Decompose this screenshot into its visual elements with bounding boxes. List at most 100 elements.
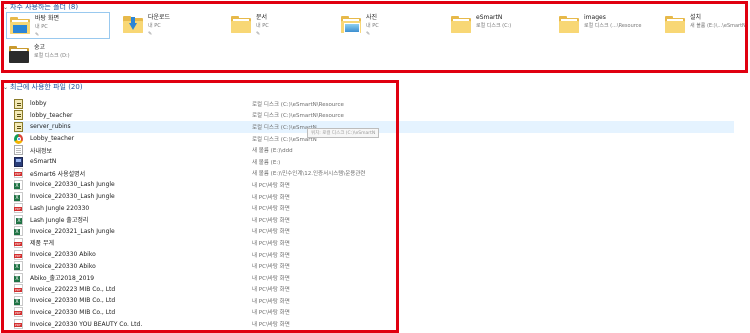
recent-files-title: 최근에 사용한 파일 (20) bbox=[10, 83, 83, 91]
folder-name: images bbox=[584, 14, 606, 21]
frequent-folder-tile[interactable]: images 로컬 디스크 (...\Resource bbox=[556, 12, 656, 39]
file-name: server_rubins bbox=[30, 123, 71, 131]
folder-name: 설치 bbox=[690, 14, 702, 21]
folder-icon bbox=[450, 13, 472, 37]
desktop-folder-icon bbox=[9, 14, 31, 38]
file-path: 내 PC\바탕 화면 bbox=[252, 298, 290, 305]
recent-file-row[interactable]: Lash Jungle 출고정리 내 PC\바탕 화면 bbox=[14, 214, 734, 226]
file-path: 내 PC\바탕 화면 bbox=[252, 322, 290, 329]
file-name: Invoice_220330 Abiko bbox=[30, 251, 96, 259]
file-name: 사내정보 bbox=[30, 147, 53, 155]
frequent-folder-tile[interactable]: 바탕 화면내 PC ✎ bbox=[6, 12, 110, 39]
file-name: Invoice_220223 MIB Co., Ltd bbox=[30, 285, 116, 293]
file-path: 내 PC\바탕 화면 bbox=[252, 252, 290, 259]
file-name: lobby bbox=[30, 100, 47, 108]
pdf-icon bbox=[14, 168, 23, 179]
recent-file-row[interactable]: 제품 무게 내 PC\바탕 화면 bbox=[14, 237, 734, 249]
frequent-folder-tile[interactable]: eSmartN 로컬 디스크 (C:) bbox=[448, 12, 548, 39]
folder-icon bbox=[8, 43, 30, 67]
frequent-folder-tile[interactable]: 문서내 PC ✎ bbox=[228, 12, 328, 39]
folder-location: 내 PC bbox=[148, 23, 161, 29]
file-name: lobby_teacher bbox=[30, 111, 73, 119]
folder-icon bbox=[664, 13, 686, 37]
location-tooltip: 위치: 로컬 디스크 (C:)\eSmartN bbox=[307, 128, 380, 138]
folder-location: 내 PC bbox=[256, 23, 269, 29]
recent-file-row[interactable]: Invoice_220330 Abiko 내 PC\바탕 화면 bbox=[14, 249, 734, 261]
file-path: 내 PC\바탕 화면 bbox=[252, 240, 290, 247]
recent-file-row[interactable]: Lash Jungle 220330 내 PC\바탕 화면 bbox=[14, 202, 734, 214]
folder-icon bbox=[558, 13, 580, 37]
file-name: Lobby_teacher bbox=[30, 135, 75, 143]
pdf-icon bbox=[14, 249, 23, 260]
folder-location: 로컬 디스크 (D:) bbox=[34, 53, 70, 59]
file-name: Lash Jungle 220330 bbox=[30, 204, 90, 212]
file-name: eSmartN bbox=[30, 158, 57, 166]
frequent-folders-title: 자주 사용하는 폴더 (8) bbox=[10, 3, 79, 11]
folder-name: 숭고 bbox=[34, 44, 46, 51]
folder-name: 문서 bbox=[256, 14, 268, 21]
pin-icon: ✎ bbox=[148, 31, 153, 37]
folder-name: 사진 bbox=[366, 14, 378, 21]
pin-icon: ✎ bbox=[35, 32, 40, 38]
file-path: 내 PC\바탕 화면 bbox=[252, 287, 290, 294]
text-file-icon bbox=[14, 145, 23, 156]
file-name: Invoice_220330 YOU BEAUTY Co. Ltd. bbox=[30, 320, 143, 328]
file-name: Invoice_220330 MIB Co., Ltd bbox=[30, 297, 116, 305]
file-path: 내 PC\바탕 화면 bbox=[252, 310, 290, 317]
recent-file-row[interactable]: Invoice_220330 MIB Co., Ltd 내 PC\바탕 화면 bbox=[14, 295, 734, 307]
file-name: Invoice_220330 Abiko bbox=[30, 262, 96, 270]
recent-file-row[interactable]: 사내정보 새 볼륨 (E:)\ddd bbox=[14, 144, 734, 156]
folder-location: 내 PC bbox=[35, 24, 48, 30]
frequent-folder-tile[interactable]: 숭고로컬 디스크 (D:) bbox=[6, 42, 106, 69]
file-path: 새 볼륨 (E:)\ddd bbox=[252, 148, 293, 155]
chrome-icon bbox=[14, 133, 23, 144]
recent-file-row[interactable]: lobby_teacher 로컬 디스크 (C:)\eSmartN\Resourc… bbox=[14, 110, 734, 122]
file-name: Invoice_220330_Lash Jungle bbox=[30, 181, 115, 189]
file-name: eSmart6 사용설명서 bbox=[30, 170, 86, 178]
script-file-icon bbox=[14, 110, 23, 121]
file-name: Lash Jungle 출고정리 bbox=[30, 217, 89, 225]
recent-file-row[interactable]: Invoice_220330 MIB Co., Ltd 내 PC\바탕 화면 bbox=[14, 307, 734, 319]
pin-icon: ✎ bbox=[366, 31, 371, 37]
recent-file-row[interactable]: Invoice_220330 Abiko 내 PC\바탕 화면 bbox=[14, 260, 734, 272]
recent-file-row[interactable]: eSmart6 사용설명서 새 볼륨 (E:)\민수인계\12.인증서시스템\운용… bbox=[14, 168, 734, 180]
file-path: 내 PC\바탕 화면 bbox=[252, 194, 290, 201]
file-name: Invoice_220330_Lash Jungle bbox=[30, 193, 115, 201]
recent-file-row[interactable]: eSmartN 새 볼륨 (E:) bbox=[14, 156, 734, 168]
recent-file-row[interactable]: Invoice_220330_Lash Jungle 내 PC\바탕 화면 bbox=[14, 191, 734, 203]
chevron-down-icon: ⌄ bbox=[3, 3, 9, 11]
downloads-folder-icon bbox=[122, 13, 144, 37]
pdf-icon bbox=[14, 319, 23, 330]
pdf-icon bbox=[14, 203, 23, 214]
pin-icon: ✎ bbox=[256, 31, 261, 37]
pictures-folder-icon bbox=[340, 13, 362, 37]
frequent-folder-tile[interactable]: 사진 내 PC ✎ bbox=[338, 12, 438, 39]
pdf-icon bbox=[14, 284, 23, 295]
recent-file-row[interactable]: Abiko_출고2018_2019 내 PC\바탕 화면 bbox=[14, 272, 734, 284]
folder-location: 로컬 디스크 (C:) bbox=[476, 23, 512, 29]
excel-icon bbox=[14, 295, 23, 306]
recent-file-row[interactable]: Invoice_220321_Lash Jungle 내 PC\바탕 화면 bbox=[14, 226, 734, 238]
excel-icon bbox=[14, 272, 23, 283]
frequent-folder-tile[interactable]: 설치새 볼륨 (E:)\...\eSmartN bbox=[662, 12, 750, 39]
folder-location: 새 볼륨 (E:)\...\eSmartN bbox=[690, 23, 746, 29]
recent-files-header[interactable]: ⌄ 최근에 사용한 파일 (20) bbox=[3, 82, 83, 92]
recent-file-row[interactable]: lobby 로컬 디스크 (C:)\eSmartN\Resource bbox=[14, 98, 734, 110]
file-path: 내 PC\바탕 화면 bbox=[252, 206, 290, 213]
folder-name: 바탕 화면 bbox=[35, 15, 59, 22]
frequent-folder-tile[interactable]: 다운로드 내 PC ✎ bbox=[120, 12, 220, 39]
exe-icon bbox=[14, 156, 23, 167]
excel-icon bbox=[14, 179, 23, 190]
excel-icon bbox=[14, 261, 23, 272]
file-path: 내 PC\바탕 화면 bbox=[252, 264, 290, 271]
file-path: 새 볼륨 (E:) bbox=[252, 159, 281, 166]
recent-file-row[interactable]: Invoice_220330 YOU BEAUTY Co. Ltd. 내 PC\바… bbox=[14, 318, 734, 330]
file-path: 새 볼륨 (E:)\민수인계\12.인증서시스템\운용관련 bbox=[252, 171, 366, 178]
file-path: 로컬 디스크 (C:)\eSmartN\Resource bbox=[252, 113, 344, 120]
file-path: 내 PC\바탕 화면 bbox=[252, 229, 290, 236]
file-name: Invoice_220330 MIB Co., Ltd bbox=[30, 308, 116, 316]
frequent-folders-header[interactable]: ⌄ 자주 사용하는 폴더 (8) bbox=[3, 2, 78, 12]
script-file-icon bbox=[14, 98, 23, 109]
recent-file-row[interactable]: Invoice_220330_Lash Jungle 내 PC\바탕 화면 bbox=[14, 179, 734, 191]
recent-file-row[interactable]: Invoice_220223 MIB Co., Ltd 내 PC\바탕 화면 bbox=[14, 284, 734, 296]
